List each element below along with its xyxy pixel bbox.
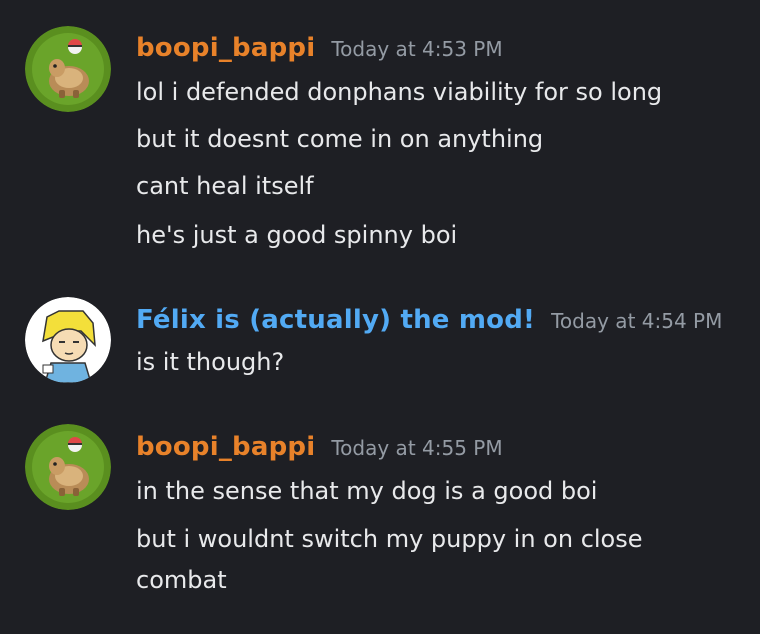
avatar[interactable]: [25, 297, 111, 383]
cartoon-blond-character-avatar-icon: [25, 297, 111, 383]
pokemon-donphan-avatar-icon: [25, 26, 111, 112]
message-text: in the sense that my dog is a good boi: [136, 477, 598, 505]
pokemon-donphan-avatar-icon: [25, 424, 111, 510]
avatar[interactable]: [25, 26, 111, 112]
message-text: he's just a good spinny boi: [136, 221, 458, 249]
message-header: Félix is (actually) the mod! Today at 4:…: [136, 305, 722, 335]
message-text: but i wouldnt switch my puppy in on clos…: [136, 525, 643, 553]
timestamp: Today at 4:54 PM: [551, 309, 723, 333]
username[interactable]: boopi_bappi: [136, 33, 315, 63]
message-text: combat: [136, 566, 227, 594]
username[interactable]: boopi_bappi: [136, 432, 315, 462]
avatar[interactable]: [25, 424, 111, 510]
timestamp: Today at 4:53 PM: [331, 37, 503, 61]
message-header: boopi_bappi Today at 4:55 PM: [136, 432, 503, 462]
message-header: boopi_bappi Today at 4:53 PM: [136, 33, 503, 63]
message-text: but it doesnt come in on anything: [136, 125, 544, 153]
username[interactable]: Félix is (actually) the mod!: [136, 305, 535, 335]
message-text: lol i defended donphans viability for so…: [136, 78, 663, 106]
message-text: cant heal itself: [136, 172, 314, 200]
timestamp: Today at 4:55 PM: [331, 436, 503, 460]
message-text: is it though?: [136, 348, 285, 376]
